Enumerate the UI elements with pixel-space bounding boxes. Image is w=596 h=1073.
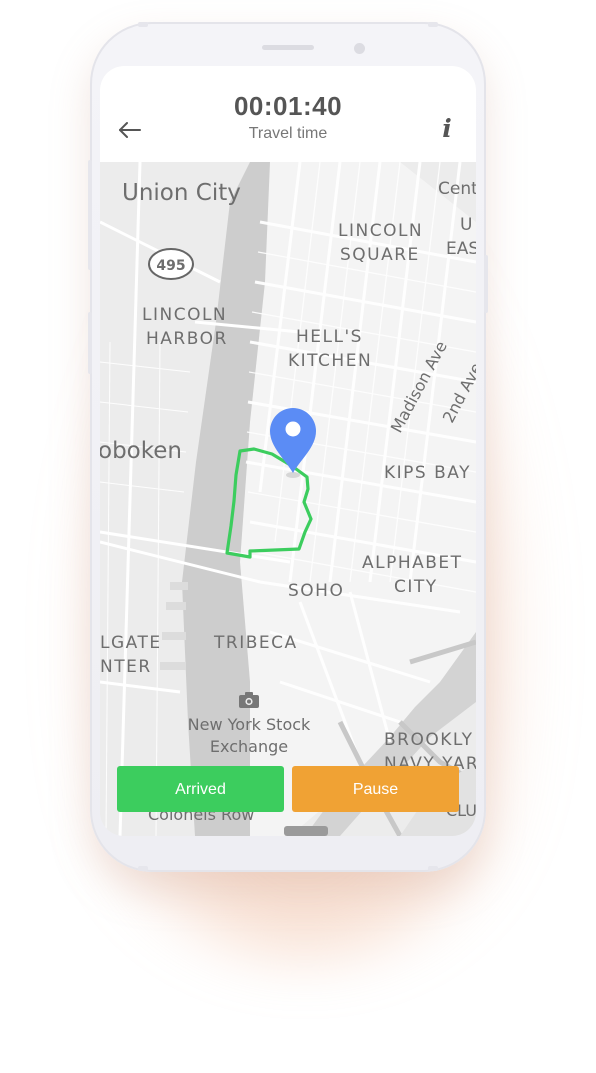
- label-alphabet-city-2: CITY: [394, 577, 438, 597]
- pause-button[interactable]: Pause: [292, 766, 459, 812]
- label-colgate-2: NTER: [100, 657, 152, 677]
- label-soho: SOHO: [288, 581, 344, 601]
- map-view[interactable]: 495 Union City Cent U EAS LINCOLN SQUARE…: [100, 161, 476, 836]
- label-nyse-1: New York Stock: [188, 715, 311, 734]
- top-notch-left: [138, 22, 148, 27]
- label-upper-east-2: EAS: [446, 239, 476, 259]
- info-button[interactable]: i: [438, 114, 456, 144]
- side-button: [88, 312, 92, 374]
- label-lincoln-square-1: LINCOLN: [338, 221, 423, 241]
- travel-time-label: Travel time: [248, 125, 328, 142]
- label-tribeca: TRIBECA: [213, 633, 298, 653]
- label-hoboken: oboken: [100, 438, 182, 464]
- travel-timer: 00:01:40: [233, 91, 343, 121]
- top-bar: 00:01:40 Travel time i: [100, 66, 476, 162]
- label-lincoln-square-2: SQUARE: [340, 245, 420, 265]
- info-icon: i: [442, 114, 452, 143]
- route-495-shield: 495: [148, 248, 194, 280]
- top-notch-right: [428, 22, 438, 27]
- label-upper-east-1: U: [460, 215, 472, 235]
- bottom-notch-right: [428, 866, 438, 871]
- bottom-notch-left: [138, 866, 148, 871]
- phone-speaker: [262, 45, 314, 50]
- power-button: [484, 255, 488, 313]
- arrived-button[interactable]: Arrived: [117, 766, 284, 812]
- label-central: Cent: [438, 179, 476, 199]
- label-hells-kitchen-2: KITCHEN: [288, 351, 372, 371]
- label-hells-kitchen-1: HELL'S: [296, 327, 363, 347]
- label-lincoln-harbor-1: LINCOLN: [142, 305, 227, 325]
- label-nyse-2: Exchange: [210, 737, 288, 756]
- label-brooklyn-navy-1: BROOKLY: [384, 730, 473, 750]
- label-lincoln-harbor-2: HARBOR: [146, 329, 228, 349]
- front-camera: [354, 43, 365, 54]
- route-495-label: 495: [156, 258, 185, 274]
- label-alphabet-city-1: ALPHABET: [362, 553, 463, 573]
- label-union-city: Union City: [122, 180, 241, 206]
- volume-button: [88, 160, 92, 270]
- label-kips-bay: KIPS BAY: [384, 463, 471, 483]
- app-screen: 00:01:40 Travel time i 495 Union City Ce…: [100, 66, 476, 836]
- map-canvas: 495 Union City Cent U EAS LINCOLN SQUARE…: [100, 161, 476, 836]
- label-colgate-1: LGATE: [100, 633, 162, 653]
